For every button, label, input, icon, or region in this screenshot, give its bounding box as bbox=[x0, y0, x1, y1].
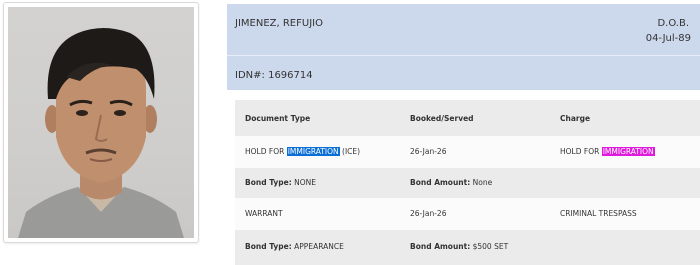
inmate-header: JIMENEZ, REFUJIO D.O.B. 04-Jul-89 IDN#: … bbox=[227, 4, 700, 90]
search-highlight: IMMIGRATION bbox=[601, 147, 655, 156]
charges-table: Document Type Booked/Served Charge HOLD … bbox=[235, 100, 700, 265]
table-header-row: Document Type Booked/Served Charge bbox=[235, 100, 700, 136]
inmate-name: JIMENEZ, REFUJIO bbox=[235, 18, 323, 29]
bond-type-value: APPEARANCE bbox=[291, 242, 344, 251]
charge-prefix: HOLD FOR bbox=[560, 147, 602, 156]
bond-row: Bond Type: NONE Bond Amount: None bbox=[235, 168, 700, 198]
document-prefix: HOLD FOR bbox=[245, 147, 287, 156]
search-highlight: IMMIGRATION bbox=[286, 147, 340, 156]
bond-amount-value: $500 SET bbox=[470, 242, 509, 251]
idn-label: IDN#: bbox=[235, 70, 265, 81]
idn-number: IDN#: 1696714 bbox=[235, 70, 313, 81]
bond-amount-value: None bbox=[470, 178, 493, 187]
bond-amount-label: Bond Amount: bbox=[410, 242, 471, 251]
document-suffix: (ICE) bbox=[339, 147, 361, 156]
document-type-cell: WARRANT bbox=[245, 209, 283, 218]
booked-cell: 26-Jan-26 bbox=[410, 147, 447, 156]
bond-amount-label: Bond Amount: bbox=[410, 178, 471, 187]
inmate-detail-panel: JIMENEZ, REFUJIO D.O.B. 04-Jul-89 IDN#: … bbox=[227, 4, 700, 265]
table-row: HOLD FOR IMMIGRATION (ICE) 26-Jan-26 HOL… bbox=[235, 136, 700, 168]
booked-cell: 26-Jan-26 bbox=[410, 209, 447, 218]
col-document-type: Document Type bbox=[245, 114, 311, 123]
col-booked-served: Booked/Served bbox=[410, 114, 474, 123]
header-divider bbox=[227, 55, 700, 56]
booking-photo-card bbox=[3, 2, 199, 243]
bond-amount: Bond Amount: None bbox=[410, 178, 492, 188]
bond-type-value: NONE bbox=[291, 178, 317, 187]
bond-row: Bond Type: APPEARANCE Bond Amount: $500 … bbox=[235, 230, 700, 265]
charge-cell: CRIMINAL TRESPASS bbox=[560, 209, 637, 218]
col-charge: Charge bbox=[560, 114, 591, 123]
dob-label: D.O.B. bbox=[657, 18, 689, 29]
table-row: WARRANT 26-Jan-26 CRIMINAL TRESPASS bbox=[235, 198, 700, 230]
bond-type-label: Bond Type: bbox=[245, 242, 292, 251]
bond-type: Bond Type: NONE bbox=[245, 178, 316, 188]
bond-type: Bond Type: APPEARANCE bbox=[245, 242, 344, 252]
idn-value: 1696714 bbox=[268, 70, 313, 81]
bond-type-label: Bond Type: bbox=[245, 178, 292, 187]
document-type-cell: HOLD FOR IMMIGRATION (ICE) bbox=[245, 147, 360, 157]
dob-value: 04-Jul-89 bbox=[645, 33, 691, 44]
charge-cell: HOLD FOR IMMIGRATION bbox=[560, 147, 655, 157]
bond-amount: Bond Amount: $500 SET bbox=[410, 242, 508, 252]
booking-photo bbox=[8, 7, 194, 238]
